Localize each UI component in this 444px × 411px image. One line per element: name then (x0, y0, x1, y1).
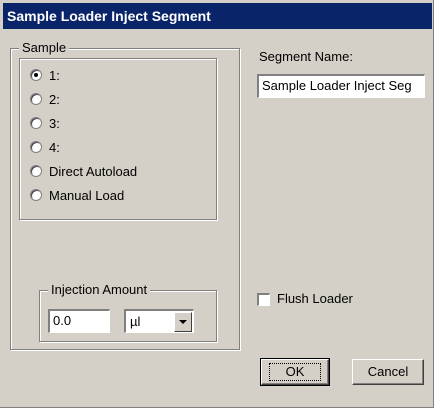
cancel-button[interactable]: Cancel (352, 359, 424, 385)
radio-label: Direct Autoload (49, 163, 138, 179)
sample-group-legend: Sample (19, 40, 70, 56)
sample-radio-panel: 1: 2: 3: 4: Direct Autoload Manual Load (19, 58, 217, 220)
radio-sample-1[interactable]: 1: (30, 66, 60, 84)
flush-loader-label[interactable]: Flush Loader (277, 291, 353, 306)
cancel-button-label: Cancel (367, 364, 409, 379)
injection-unit-value: µl (130, 314, 141, 329)
radio-button-icon[interactable] (30, 141, 42, 153)
sample-groupbox: Sample 1: 2: 3: 4: Direct Autoload Manua… (10, 40, 240, 350)
ok-button-label: OK (268, 363, 322, 381)
radio-label: 2: (49, 91, 60, 107)
injection-amount-groupbox: Injection Amount 0.0 µl (39, 282, 217, 342)
chevron-down-icon[interactable] (174, 312, 192, 332)
radio-sample-4[interactable]: 4: (30, 138, 60, 156)
injection-unit-select[interactable]: µl (124, 309, 194, 333)
ok-button[interactable]: OK (260, 358, 330, 386)
segment-name-input[interactable]: Sample Loader Inject Seg (257, 74, 425, 98)
radio-button-icon[interactable] (30, 93, 42, 105)
radio-sample-3[interactable]: 3: (30, 114, 60, 132)
radio-label: 4: (49, 139, 60, 155)
radio-button-icon[interactable] (30, 117, 42, 129)
radio-button-icon[interactable] (30, 189, 42, 201)
injection-amount-input[interactable]: 0.0 (48, 309, 110, 333)
radio-manual-load[interactable]: Manual Load (30, 186, 124, 204)
dialog-window: Sample Loader Inject Segment Sample 1: 2… (0, 0, 434, 408)
radio-label: Manual Load (49, 187, 125, 203)
radio-direct-autoload[interactable]: Direct Autoload (30, 162, 137, 180)
flush-loader-checkbox[interactable] (257, 293, 270, 306)
radio-sample-2[interactable]: 2: (30, 90, 60, 108)
radio-label: 1: (49, 67, 60, 83)
radio-button-icon[interactable] (30, 165, 42, 177)
segment-name-label: Segment Name: (259, 49, 353, 64)
injection-amount-legend: Injection Amount (48, 282, 151, 298)
radio-label: 3: (49, 115, 60, 131)
radio-button-icon[interactable] (30, 69, 42, 81)
dialog-title: Sample Loader Inject Segment (3, 3, 432, 29)
